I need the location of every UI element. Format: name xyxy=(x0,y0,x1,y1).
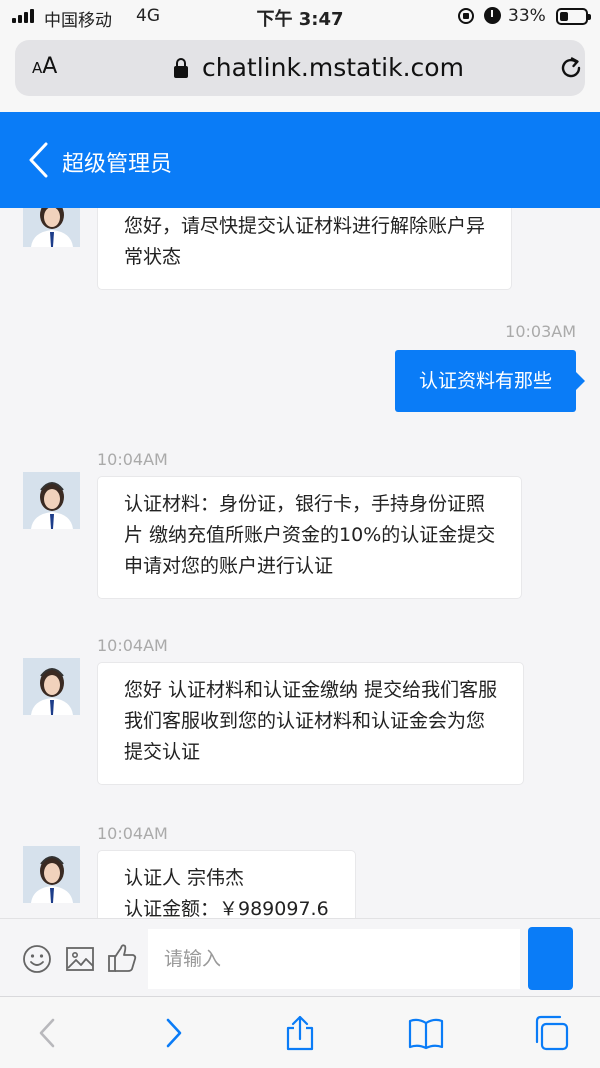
agent-avatar xyxy=(23,472,80,529)
message-line: 您好 认证材料和认证金缴纳 提交给我们客服 xyxy=(124,679,498,701)
thumbs-up-icon[interactable] xyxy=(107,942,137,974)
message-input[interactable] xyxy=(148,929,520,989)
battery-fill xyxy=(560,12,568,21)
chat-header: 超级管理员 xyxy=(0,112,600,208)
message-line: 认证材料：身份证，银行卡，手持身份证照 xyxy=(124,493,486,515)
reload-icon[interactable] xyxy=(558,55,584,81)
message-line: 认证人 宗伟杰 xyxy=(124,867,245,889)
back-arrow-icon[interactable] xyxy=(30,1015,66,1051)
message-line: 我们客服收到您的认证材料和认证金会为您 xyxy=(124,710,486,732)
message-line: 常状态 xyxy=(124,246,182,268)
message-line: 申请对您的账户进行认证 xyxy=(124,555,334,577)
forward-arrow-icon[interactable] xyxy=(155,1015,191,1051)
message-bubble: 您好，请尽快提交认证材料进行解除账户异 常状态 xyxy=(97,208,513,290)
status-bar: 中国移动 4G 下午 3:47 33% xyxy=(0,0,600,34)
agent-avatar xyxy=(23,208,80,247)
emoji-icon[interactable] xyxy=(22,944,52,974)
message-list[interactable]: 您好，请尽快提交认证材料进行解除账户异 常状态 10:03AM 认证资料有那些 … xyxy=(0,208,600,918)
battery-percent: 33% xyxy=(508,6,546,26)
message-bubble: 您好 认证材料和认证金缴纳 提交给我们客服 我们客服收到您的认证材料和认证金会为… xyxy=(97,662,525,785)
message-timestamp: 10:03AM xyxy=(505,322,576,341)
send-button[interactable] xyxy=(528,927,573,990)
message-timestamp: 10:04AM xyxy=(97,450,168,469)
message-line: 认证资料有那些 xyxy=(418,370,552,392)
message-line: 您好，请尽快提交认证材料进行解除账户异 xyxy=(124,215,486,237)
agent-avatar xyxy=(23,658,80,715)
agent-avatar xyxy=(23,846,80,903)
message-timestamp: 10:04AM xyxy=(97,824,168,843)
alarm-icon xyxy=(484,7,501,24)
message-line: 片 缴纳充值所账户资金的10%的认证金提交 xyxy=(124,524,496,546)
back-chevron-icon[interactable] xyxy=(26,142,52,178)
bookmarks-icon[interactable] xyxy=(408,1015,444,1051)
message-line: 认证金额：￥989097.6 xyxy=(124,898,329,918)
message-bubble: 认证材料：身份证，银行卡，手持身份证照 片 缴纳充值所账户资金的10%的认证金提… xyxy=(97,476,523,599)
battery-icon xyxy=(556,8,591,25)
padlock-icon xyxy=(174,58,188,78)
reader-text-size-button[interactable]: AA xyxy=(32,54,57,79)
browser-address-area: AA chatlink.mstatik.com xyxy=(0,34,600,112)
reader-label-small: A xyxy=(32,59,43,77)
rotation-lock-icon xyxy=(458,8,474,24)
message-line: 提交认证 xyxy=(124,741,201,763)
message-bubble: 认证人 宗伟杰 认证金额：￥989097.6 xyxy=(97,850,356,918)
message-bubble-outgoing: 认证资料有那些 xyxy=(394,350,586,412)
browser-toolbar xyxy=(0,996,600,1068)
url-text[interactable]: chatlink.mstatik.com xyxy=(202,53,464,82)
chat-title: 超级管理员 xyxy=(62,152,173,177)
tabs-icon[interactable] xyxy=(533,1015,569,1051)
reader-label-large: A xyxy=(42,54,58,79)
address-bar[interactable]: AA chatlink.mstatik.com xyxy=(15,40,585,96)
image-icon[interactable] xyxy=(65,944,95,974)
message-timestamp: 10:04AM xyxy=(97,636,168,655)
message-input-bar xyxy=(0,918,600,996)
share-icon[interactable] xyxy=(282,1015,318,1051)
